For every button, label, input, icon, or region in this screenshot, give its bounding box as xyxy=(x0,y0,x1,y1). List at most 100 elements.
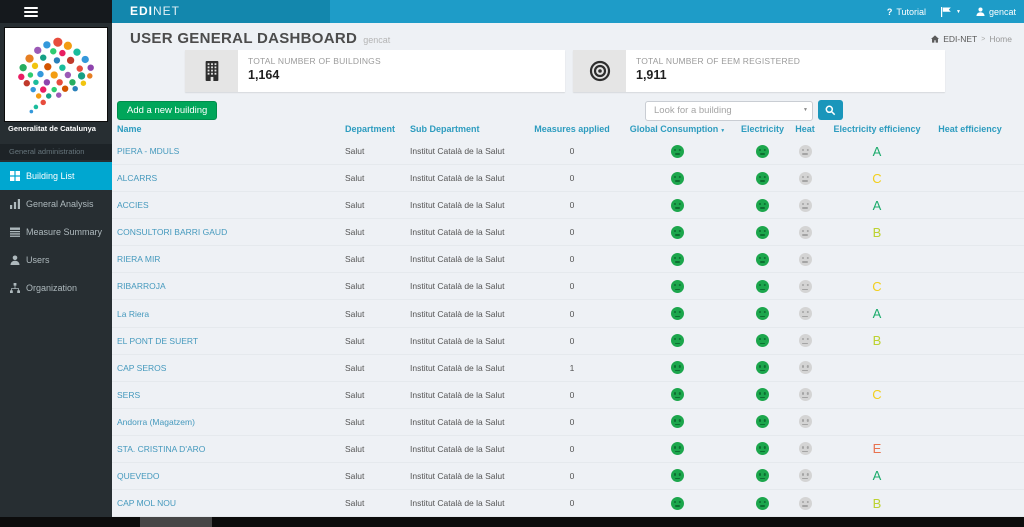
heat-efficiency-grade xyxy=(924,328,1016,354)
sub-department-cell: Institut Català de la Salut xyxy=(410,490,540,516)
column-header-department[interactable]: Department xyxy=(345,124,405,134)
building-name-link[interactable]: QUEVEDO xyxy=(117,463,332,489)
building-name-link[interactable]: SERS xyxy=(117,382,332,408)
building-name-link[interactable]: RIERA MIR xyxy=(117,246,332,272)
electricity-efficiency-grade: B xyxy=(828,219,926,245)
column-header-electricity-efficiency[interactable]: Electricity efficiency xyxy=(828,124,926,134)
electricity-efficiency-grade: B xyxy=(828,328,926,354)
building-name-link[interactable]: PIERA - MDULS xyxy=(117,138,332,164)
department-cell: Salut xyxy=(345,463,405,489)
department-cell: Salut xyxy=(345,382,405,408)
department-cell: Salut xyxy=(345,328,405,354)
hamburger-menu-icon[interactable] xyxy=(24,7,38,17)
sidebar-item-general-analysis[interactable]: General Analysis xyxy=(0,190,112,218)
table-row[interactable]: RIBARROJA Salut Institut Català de la Sa… xyxy=(112,273,1024,300)
add-building-button[interactable]: Add a new building xyxy=(117,101,217,120)
table-row[interactable]: EL PONT DE SUERT Salut Institut Català d… xyxy=(112,328,1024,355)
sidebar-item-measure-summary[interactable]: Measure Summary xyxy=(0,218,112,246)
app-logo[interactable]: EDINET xyxy=(112,0,330,23)
measures-applied-cell: 0 xyxy=(522,409,622,435)
measures-applied-cell: 0 xyxy=(522,436,622,462)
smiley-face-icon xyxy=(756,361,769,374)
sidebar-item-organization[interactable]: Organization xyxy=(0,274,112,302)
heat-efficiency-grade xyxy=(924,436,1016,462)
smiley-face-icon xyxy=(671,334,684,347)
building-name-link[interactable]: La Riera xyxy=(117,300,332,326)
heat-cell xyxy=(775,490,835,516)
building-name-link[interactable]: EL PONT DE SUERT xyxy=(117,328,332,354)
table-row[interactable]: Andorra (Magatzem) Salut Institut Català… xyxy=(112,409,1024,436)
smiley-face-icon xyxy=(799,253,812,266)
department-cell: Salut xyxy=(345,300,405,326)
search-dropdown-caret-icon[interactable]: ▼ xyxy=(803,107,808,113)
column-header-name[interactable]: Name xyxy=(117,124,332,134)
heat-cell xyxy=(775,138,835,164)
smiley-face-icon xyxy=(799,361,812,374)
smiley-face-icon xyxy=(671,226,684,239)
table-row[interactable]: La Riera Salut Institut Català de la Sal… xyxy=(112,300,1024,327)
table-row[interactable]: SERS Salut Institut Català de la Salut 0… xyxy=(112,382,1024,409)
building-name-link[interactable]: CONSULTORI BARRI GAUD xyxy=(117,219,332,245)
sidebar-item-users[interactable]: Users xyxy=(0,246,112,274)
building-name-link[interactable]: CAP MOL NOU xyxy=(117,490,332,516)
smiley-face-icon xyxy=(756,199,769,212)
stat-label-buildings: TOTAL NUMBER OF BUILDINGS xyxy=(248,56,381,66)
sidebar-item-label: Building List xyxy=(26,171,75,181)
smiley-face-icon xyxy=(799,145,812,158)
building-name-link[interactable]: ACCIES xyxy=(117,192,332,218)
smiley-face-icon xyxy=(756,172,769,185)
column-header-heat-efficiency[interactable]: Heat efficiency xyxy=(924,124,1016,134)
smiley-face-icon xyxy=(756,415,769,428)
topbar: EDINET ? Tutorial ▼ gencat xyxy=(0,0,1024,23)
table-row[interactable]: ALCARRS Salut Institut Català de la Salu… xyxy=(112,165,1024,192)
user-icon xyxy=(10,255,20,265)
stat-card-icon-box xyxy=(185,50,238,92)
stat-card-buildings: TOTAL NUMBER OF BUILDINGS 1,164 xyxy=(185,50,565,92)
heat-efficiency-grade xyxy=(924,273,1016,299)
page-title: USER GENERAL DASHBOARDgencat xyxy=(130,30,390,47)
stat-label-eem: TOTAL NUMBER OF EEM REGISTERED xyxy=(636,56,800,66)
table-row[interactable]: CAP MOL NOU Salut Institut Català de la … xyxy=(112,490,1024,517)
table-row[interactable]: PIERA - MDULS Salut Institut Català de l… xyxy=(112,138,1024,165)
heat-cell xyxy=(775,436,835,462)
table-row[interactable]: CAP SEROS Salut Institut Català de la Sa… xyxy=(112,355,1024,382)
sidebar-item-label: Measure Summary xyxy=(26,227,102,237)
building-name-link[interactable]: STA. CRISTINA D'ARO xyxy=(117,436,332,462)
sidebar-item-label: General Analysis xyxy=(26,199,94,209)
heat-cell xyxy=(775,246,835,272)
table-row[interactable]: ACCIES Salut Institut Català de la Salut… xyxy=(112,192,1024,219)
measures-applied-cell: 1 xyxy=(522,355,622,381)
smiley-face-icon xyxy=(799,280,812,293)
smiley-face-icon xyxy=(756,442,769,455)
measures-applied-cell: 0 xyxy=(522,490,622,516)
column-header-measures-applied[interactable]: Measures applied xyxy=(522,124,622,134)
sidebar-item-building-list[interactable]: Building List xyxy=(0,162,112,190)
search-button[interactable] xyxy=(818,100,843,120)
smiley-face-icon xyxy=(756,145,769,158)
column-header-heat[interactable]: Heat xyxy=(775,124,835,134)
building-name-link[interactable]: CAP SEROS xyxy=(117,355,332,381)
measures-applied-cell: 0 xyxy=(522,246,622,272)
table-body: PIERA - MDULS Salut Institut Català de l… xyxy=(112,138,1024,517)
smiley-face-icon xyxy=(671,280,684,293)
heat-efficiency-grade xyxy=(924,382,1016,408)
column-header-sub-department[interactable]: Sub Department xyxy=(410,124,540,134)
building-name-link[interactable]: ALCARRS xyxy=(117,165,332,191)
building-name-link[interactable]: Andorra (Magatzem) xyxy=(117,409,332,435)
heat-efficiency-grade xyxy=(924,300,1016,326)
electricity-efficiency-grade: A xyxy=(828,300,926,326)
table-row[interactable]: QUEVEDO Salut Institut Català de la Salu… xyxy=(112,463,1024,490)
table-row[interactable]: RIERA MIR Salut Institut Català de la Sa… xyxy=(112,246,1024,273)
building-name-link[interactable]: RIBARROJA xyxy=(117,273,332,299)
search-input[interactable] xyxy=(645,101,813,121)
sub-department-cell: Institut Català de la Salut xyxy=(410,138,540,164)
table-row[interactable]: STA. CRISTINA D'ARO Salut Institut Catal… xyxy=(112,436,1024,463)
edinet-dashboard-screen: EDINET ? Tutorial ▼ gencat Generalitat d… xyxy=(0,0,1024,527)
language-dropdown[interactable]: ▼ xyxy=(941,7,961,17)
tutorial-button[interactable]: ? Tutorial xyxy=(887,7,926,17)
table-row[interactable]: CONSULTORI BARRI GAUD Salut Institut Cat… xyxy=(112,219,1024,246)
table-header: Name Department Sub Department Measures … xyxy=(112,124,1024,138)
page-subtitle: gencat xyxy=(363,35,390,45)
user-menu[interactable]: gencat xyxy=(976,7,1016,17)
breadcrumb-root[interactable]: EDI-NET xyxy=(943,34,977,44)
